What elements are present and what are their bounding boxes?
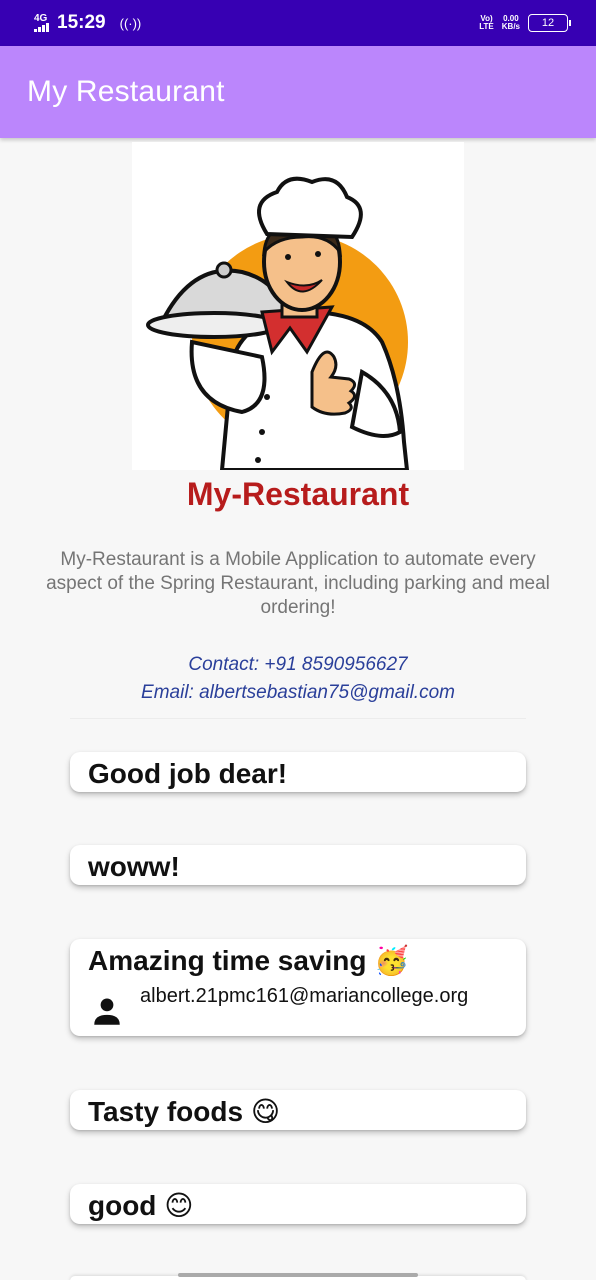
review-card[interactable]: Amazing time saving 🥳 albert.21pmc161@ma… <box>70 939 526 1036</box>
network-speed: 0.00 KB/s <box>501 14 520 31</box>
review-card[interactable]: Good job dear! <box>70 752 526 792</box>
battery-icon: 12 <box>528 14 571 32</box>
contact-phone[interactable]: Contact: +91 8590956627 <box>0 651 596 679</box>
status-time: 15:29 <box>57 12 106 33</box>
hotspot-icon: ((·)) <box>119 15 142 31</box>
review-text: good 😊 <box>88 1190 194 1221</box>
review-card[interactable]: Tasty foods 😋 <box>70 1090 526 1130</box>
chef-illustration <box>132 142 464 472</box>
app-description: My-Restaurant is a Mobile Application to… <box>46 549 550 618</box>
review-text: Amazing time saving 🥳 <box>88 945 410 976</box>
divider <box>70 718 526 719</box>
signal-icon: 4G <box>34 14 49 32</box>
volte-indicator: Vo) LTE <box>479 14 494 31</box>
review-card[interactable]: good 😊 <box>70 1184 526 1224</box>
contact-info: Contact: +91 8590956627 Email: albertseb… <box>0 651 596 707</box>
review-author-email: albert.21pmc161@mariancollege.org <box>140 985 469 1007</box>
app-bar: My Restaurant <box>0 46 596 138</box>
status-bar: 4G 15:29 ((·)) Vo) LTE 0.00 KB/s 12 <box>0 0 596 46</box>
review-text: Tasty foods 😋 <box>88 1096 281 1127</box>
review-card[interactable]: woww! <box>70 845 526 885</box>
review-text: woww! <box>88 851 180 882</box>
review-text: Good job dear! <box>88 758 288 789</box>
app-title: My Restaurant <box>27 75 225 108</box>
person-icon <box>94 998 120 1025</box>
home-indicator[interactable] <box>178 1273 418 1277</box>
review-author: albert.21pmc161@mariancollege.org <box>88 983 508 1029</box>
restaurant-name: My-Restaurant <box>186 476 410 512</box>
contact-email[interactable]: Email: albertsebastian75@gmail.com <box>0 679 596 707</box>
